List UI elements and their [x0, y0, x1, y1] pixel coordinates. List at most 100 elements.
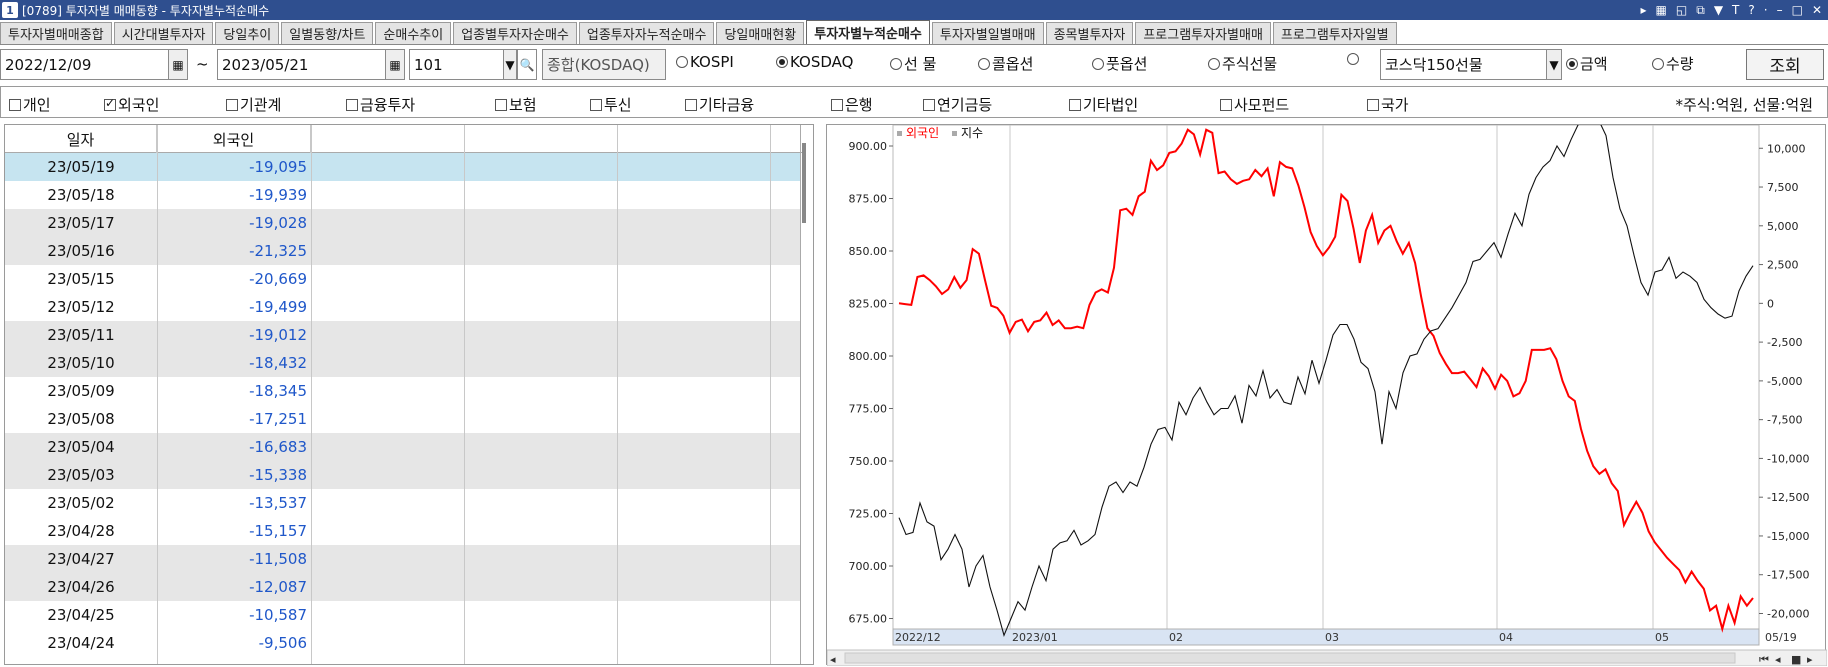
table-row[interactable]: 23/04/26 -12,087 — [5, 573, 800, 601]
table-row[interactable]: 23/04/27 -11,508 — [5, 545, 800, 573]
market-radio-6[interactable] — [1347, 53, 1361, 65]
grid-icon[interactable]: ▦ — [1656, 3, 1667, 17]
checkbox-icon[interactable] — [685, 98, 697, 111]
header-date[interactable]: 일자 — [5, 125, 157, 153]
radio-dot-icon[interactable] — [676, 56, 688, 68]
investor-checkbox-3[interactable]: 금융투자 — [346, 94, 415, 115]
table-row[interactable]: 23/05/15 -20,669 — [5, 265, 800, 293]
end-date-input[interactable]: 2023/05/21 — [217, 49, 387, 80]
tab-1[interactable]: 시간대별투자자 — [113, 22, 214, 44]
checkbox-icon[interactable] — [226, 98, 238, 111]
pin-icon[interactable]: ▼ — [1714, 3, 1723, 17]
grid-scrollbar-track[interactable] — [800, 125, 801, 664]
investor-checkbox-6[interactable]: 기타금융 — [685, 94, 754, 115]
table-row[interactable]: 23/05/08 -17,251 — [5, 405, 800, 433]
calendar-icon[interactable]: ▦ — [168, 49, 188, 80]
checkbox-icon[interactable] — [1220, 98, 1232, 111]
market-radio-1[interactable]: KOSDAQ — [776, 53, 853, 71]
tab-4[interactable]: 순매수추이 — [375, 22, 452, 44]
table-row[interactable]: 23/05/17 -19,028 — [5, 209, 800, 237]
investor-checkbox-11[interactable]: 국가 — [1367, 94, 1409, 115]
table-row[interactable]: 23/04/24 -9,506 — [5, 629, 800, 657]
table-row[interactable]: 23/05/09 -18,345 — [5, 377, 800, 405]
futures-dropdown-arrow-icon[interactable]: ▼ — [1546, 49, 1562, 80]
table-row[interactable]: 23/05/11 -19,012 — [5, 321, 800, 349]
arrow-icon[interactable]: · — [1764, 3, 1768, 17]
copy-window-icon[interactable]: ⧉ — [1696, 3, 1705, 18]
minimize-icon[interactable]: – — [1777, 3, 1783, 17]
tab-11[interactable]: 프로그램투자자별매매 — [1135, 22, 1271, 44]
tab-0[interactable]: 투자자별매매종합 — [0, 22, 112, 44]
maximize-icon[interactable]: □ — [1792, 3, 1803, 17]
value-mode-radio-0[interactable]: 금액 — [1566, 53, 1608, 74]
checkbox-icon[interactable] — [1069, 98, 1081, 111]
tab-2[interactable]: 당일추이 — [215, 22, 280, 44]
checkbox-icon[interactable] — [1367, 98, 1379, 111]
checkbox-icon[interactable] — [104, 96, 116, 111]
market-radio-2[interactable]: 선 물 — [890, 53, 936, 74]
market-radio-3[interactable]: 콜옵션 — [978, 53, 1033, 74]
search-icon[interactable]: 🔍 — [517, 49, 537, 80]
tab-9[interactable]: 투자자별일별매매 — [931, 22, 1044, 44]
investor-checkbox-9[interactable]: 기타법인 — [1069, 94, 1138, 115]
tab-6[interactable]: 업종투자자누적순매수 — [578, 22, 715, 44]
tab-3[interactable]: 일별동향/차트 — [281, 22, 374, 44]
data-grid[interactable]: 일자 외국인 23/05/19 -19,095 23/05/18 -19,939 23/… — [4, 124, 814, 665]
investor-checkbox-0[interactable]: 개인 — [9, 94, 51, 115]
investor-checkbox-5[interactable]: 투신 — [590, 94, 632, 115]
table-row[interactable]: 23/05/19 -19,095 — [5, 153, 800, 181]
investor-checkbox-7[interactable]: 은행 — [831, 94, 873, 115]
table-row[interactable]: 23/05/04 -16,683 — [5, 433, 800, 461]
checkbox-icon[interactable] — [590, 98, 602, 111]
close-icon[interactable]: ✕ — [1812, 3, 1822, 17]
checkbox-icon[interactable] — [346, 98, 358, 111]
font-icon[interactable]: T — [1732, 3, 1739, 17]
start-date-input[interactable]: 2022/12/09 — [0, 49, 170, 80]
table-row[interactable]: 23/05/16 -21,325 — [5, 237, 800, 265]
help-icon[interactable]: ? — [1748, 3, 1754, 17]
code-dropdown-arrow-icon[interactable]: ▼ — [503, 49, 517, 80]
table-row[interactable]: 23/04/28 -15,157 — [5, 517, 800, 545]
market-radio-0[interactable]: KOSPI — [676, 53, 734, 71]
checkbox-icon[interactable] — [923, 98, 935, 111]
checkbox-icon[interactable] — [9, 98, 21, 111]
calendar-icon[interactable]: ▦ — [385, 49, 405, 80]
checkbox-icon[interactable] — [495, 98, 507, 111]
market-radio-5[interactable]: 주식선물 — [1208, 53, 1277, 74]
radio-dot-icon[interactable] — [1652, 57, 1664, 70]
tab-8[interactable]: 투자자별누적순매수 — [806, 20, 930, 44]
checkbox-icon[interactable] — [831, 98, 843, 111]
tab-5[interactable]: 업종별투자자순매수 — [453, 22, 577, 44]
radio-dot-icon[interactable] — [890, 57, 902, 70]
header-foreigner[interactable]: 외국인 — [157, 125, 311, 153]
futures-select[interactable]: 코스닥150선물 — [1380, 49, 1548, 80]
value-mode-radio-1[interactable]: 수량 — [1652, 53, 1694, 74]
tab-7[interactable]: 당일매매현황 — [716, 22, 805, 44]
table-row[interactable]: 23/05/10 -18,432 — [5, 349, 800, 377]
investor-checkbox-8[interactable]: 연기금등 — [923, 94, 992, 115]
menu-arrow-icon[interactable]: ▸ — [1641, 3, 1647, 17]
radio-dot-icon[interactable] — [978, 57, 990, 70]
investor-checkbox-1[interactable]: 외국인 — [104, 94, 159, 115]
code-input[interactable]: 101 — [409, 49, 506, 80]
investor-checkbox-2[interactable]: 기관계 — [226, 94, 281, 115]
search-button[interactable]: 조회 — [1746, 49, 1824, 80]
investor-checkbox-4[interactable]: 보험 — [495, 94, 537, 115]
radio-dot-icon[interactable] — [1092, 57, 1104, 70]
radio-dot-icon[interactable] — [776, 56, 788, 68]
table-row[interactable]: 23/05/12 -19,499 — [5, 293, 800, 321]
tab-12[interactable]: 프로그램투자자일별 — [1272, 22, 1397, 44]
chart-panel[interactable]: 900.00 875.00 850.00 825.00 800.00 775.00 750.… — [826, 124, 1827, 666]
radio-dot-icon[interactable] — [1566, 57, 1578, 70]
table-row[interactable]: 23/05/02 -13,537 — [5, 489, 800, 517]
grid-scrollbar-thumb[interactable] — [802, 143, 806, 223]
table-row[interactable]: 23/04/25 -10,587 — [5, 601, 800, 629]
investor-checkbox-10[interactable]: 사모펀드 — [1220, 94, 1289, 115]
layout-icon[interactable]: ◱ — [1676, 3, 1687, 17]
market-radio-4[interactable]: 풋옵션 — [1092, 53, 1147, 74]
tab-10[interactable]: 종목별투자자 — [1045, 22, 1134, 44]
radio-dot-icon[interactable] — [1347, 53, 1359, 65]
radio-dot-icon[interactable] — [1208, 57, 1220, 70]
table-row[interactable]: 23/05/03 -15,338 — [5, 461, 800, 489]
table-row[interactable]: 23/05/18 -19,939 — [5, 181, 800, 209]
